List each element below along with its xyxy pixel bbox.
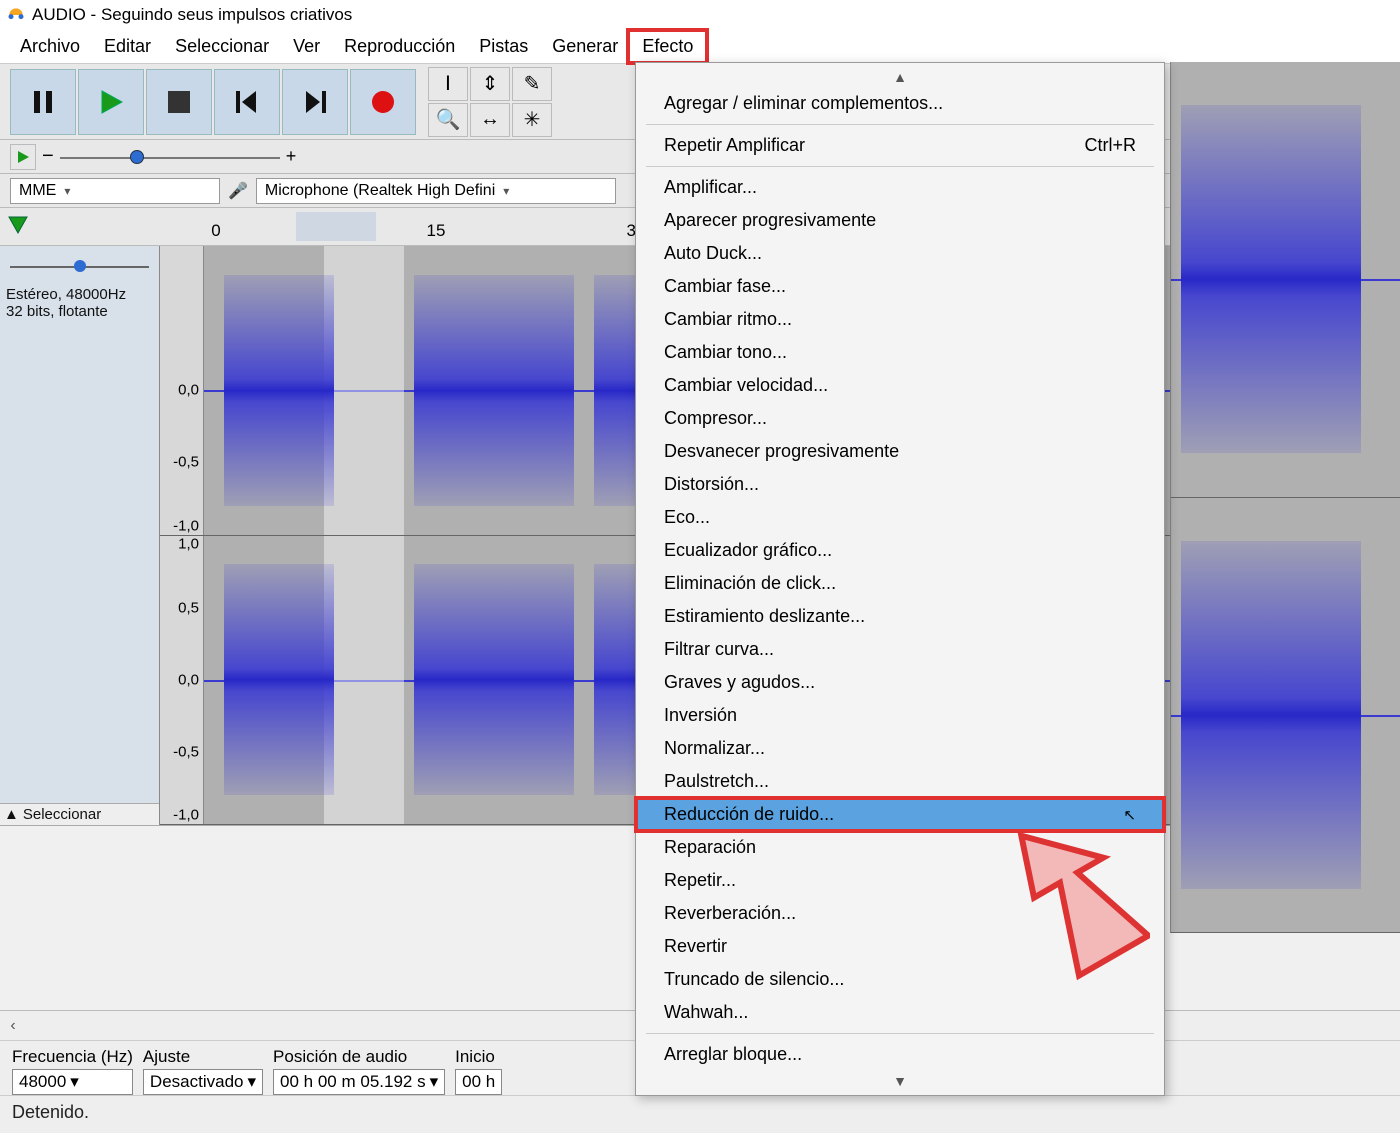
menu-item-wahwah[interactable]: Wahwah... — [636, 996, 1164, 1029]
chevron-down-icon: ▾ — [503, 184, 509, 198]
menu-seleccionar[interactable]: Seleccionar — [163, 32, 281, 61]
collapse-icon: ▲ — [4, 806, 19, 823]
menu-ver[interactable]: Ver — [281, 32, 332, 61]
scroll-left-icon[interactable]: ‹ — [0, 1017, 26, 1035]
pan-slider[interactable] — [6, 256, 153, 276]
menu-item-amplificar[interactable]: Amplificar... — [636, 171, 1164, 204]
menu-item-estiramiento-deslizante[interactable]: Estiramiento deslizante... — [636, 600, 1164, 633]
scroll-down-icon[interactable]: ▼ — [636, 1071, 1164, 1091]
timeshift-tool-icon[interactable]: ↔ — [470, 103, 510, 137]
callout-arrow-icon — [990, 810, 1150, 1000]
skip-start-button[interactable] — [214, 69, 280, 135]
chevron-down-icon: ▾ — [430, 1072, 439, 1092]
track-format-line2: 32 bits, flotante — [6, 303, 153, 320]
audio-position-label: Posición de audio — [273, 1047, 445, 1067]
chevron-down-icon: ▾ — [70, 1072, 79, 1092]
menu-efecto[interactable]: Efecto — [630, 32, 705, 61]
track-select-button[interactable]: ▲ Seleccionar — [0, 803, 159, 825]
stop-button[interactable] — [146, 69, 212, 135]
menu-archivo[interactable]: Archivo — [8, 32, 92, 61]
menu-item-paulstretch[interactable]: Paulstretch... — [636, 765, 1164, 798]
play-at-speed-button[interactable] — [10, 144, 36, 170]
chevron-down-icon: ▾ — [64, 184, 70, 198]
mic-icon: 🎤 — [228, 181, 248, 201]
app-icon — [6, 5, 26, 25]
selection-tool-icon[interactable]: Ⅰ — [428, 67, 468, 101]
menu-item-distorsi-n[interactable]: Distorsión... — [636, 468, 1164, 501]
audio-host-combo[interactable]: MME▾ — [10, 178, 220, 204]
minus-icon: − — [42, 145, 54, 168]
menu-item-filtrar-curva[interactable]: Filtrar curva... — [636, 633, 1164, 666]
pause-button[interactable] — [10, 69, 76, 135]
selection-start-label: Inicio — [455, 1047, 502, 1067]
speed-slider[interactable] — [60, 147, 280, 167]
scroll-up-icon[interactable]: ▲ — [636, 67, 1164, 87]
zoom-tool-icon[interactable]: 🔍 — [428, 103, 468, 137]
frequency-combo[interactable]: 48000▾ — [12, 1069, 133, 1095]
envelope-tool-icon[interactable]: ⇕ — [470, 67, 510, 101]
plus-icon: + — [286, 146, 297, 167]
menu-item-ecualizador-gr-fico[interactable]: Ecualizador gráfico... — [636, 534, 1164, 567]
menu-item-compresor[interactable]: Compresor... — [636, 402, 1164, 435]
menu-item-eco[interactable]: Eco... — [636, 501, 1164, 534]
status-text: Detenido. — [0, 1096, 1400, 1133]
window-title: AUDIO - Seguindo seus impulsos criativos — [32, 5, 352, 25]
track-control-panel[interactable]: Estéreo, 48000Hz 32 bits, flotante ▲ Sel… — [0, 246, 160, 825]
audio-position-field[interactable]: 00 h 00 m 05.192 s▾ — [273, 1069, 445, 1095]
loop-region[interactable] — [296, 212, 376, 241]
record-button[interactable] — [350, 69, 416, 135]
menu-item-aparecer-progresivamente[interactable]: Aparecer progresivamente — [636, 204, 1164, 237]
menu-item-add-remove-plugins[interactable]: Agregar / eliminar complementos... — [636, 87, 1164, 120]
play-button[interactable] — [78, 69, 144, 135]
multi-tool-icon[interactable]: ✳ — [512, 103, 552, 137]
menu-item-cambiar-tono[interactable]: Cambiar tono... — [636, 336, 1164, 369]
menu-item-auto-duck[interactable]: Auto Duck... — [636, 237, 1164, 270]
menu-pistas[interactable]: Pistas — [467, 32, 540, 61]
chevron-down-icon: ▾ — [247, 1072, 256, 1092]
input-device-combo[interactable]: Microphone (Realtek High Defini▾ — [256, 178, 616, 204]
menu-item-desvanecer-progresivamente[interactable]: Desvanecer progresivamente — [636, 435, 1164, 468]
skip-end-button[interactable] — [282, 69, 348, 135]
draw-tool-icon[interactable]: ✎ — [512, 67, 552, 101]
menu-item-graves-y-agudos[interactable]: Graves y agudos... — [636, 666, 1164, 699]
menu-item-arreglar-bloque[interactable]: Arreglar bloque... — [636, 1038, 1164, 1071]
menu-generar[interactable]: Generar — [540, 32, 630, 61]
menu-item-cambiar-fase[interactable]: Cambiar fase... — [636, 270, 1164, 303]
playhead-icon[interactable] — [0, 208, 36, 244]
title-bar: AUDIO - Seguindo seus impulsos criativos — [0, 0, 1400, 30]
menu-item-normalizar[interactable]: Normalizar... — [636, 732, 1164, 765]
snap-combo[interactable]: Desactivado▾ — [143, 1069, 263, 1095]
menu-item-cambiar-velocidad[interactable]: Cambiar velocidad... — [636, 369, 1164, 402]
waveform-right-peek — [1170, 62, 1400, 933]
selection-start-field[interactable]: 00 h — [455, 1069, 502, 1095]
snap-label: Ajuste — [143, 1047, 263, 1067]
track-format-line1: Estéreo, 48000Hz — [6, 286, 153, 303]
tools-grid: Ⅰ ⇕ ✎ 🔍 ↔ ✳ — [428, 67, 552, 137]
menu-editar[interactable]: Editar — [92, 32, 163, 61]
menu-item-eliminaci-n-de-click[interactable]: Eliminación de click... — [636, 567, 1164, 600]
shortcut-label: Ctrl+R — [1084, 135, 1136, 156]
menu-item-cambiar-ritmo[interactable]: Cambiar ritmo... — [636, 303, 1164, 336]
menu-reproduccion[interactable]: Reproducción — [332, 32, 467, 61]
frequency-label: Frecuencia (Hz) — [12, 1047, 133, 1067]
menu-bar: Archivo Editar Seleccionar Ver Reproducc… — [0, 30, 1400, 64]
menu-item-repeat-last[interactable]: Repetir AmplificarCtrl+R — [636, 129, 1164, 162]
menu-item-inversi-n[interactable]: Inversión — [636, 699, 1164, 732]
